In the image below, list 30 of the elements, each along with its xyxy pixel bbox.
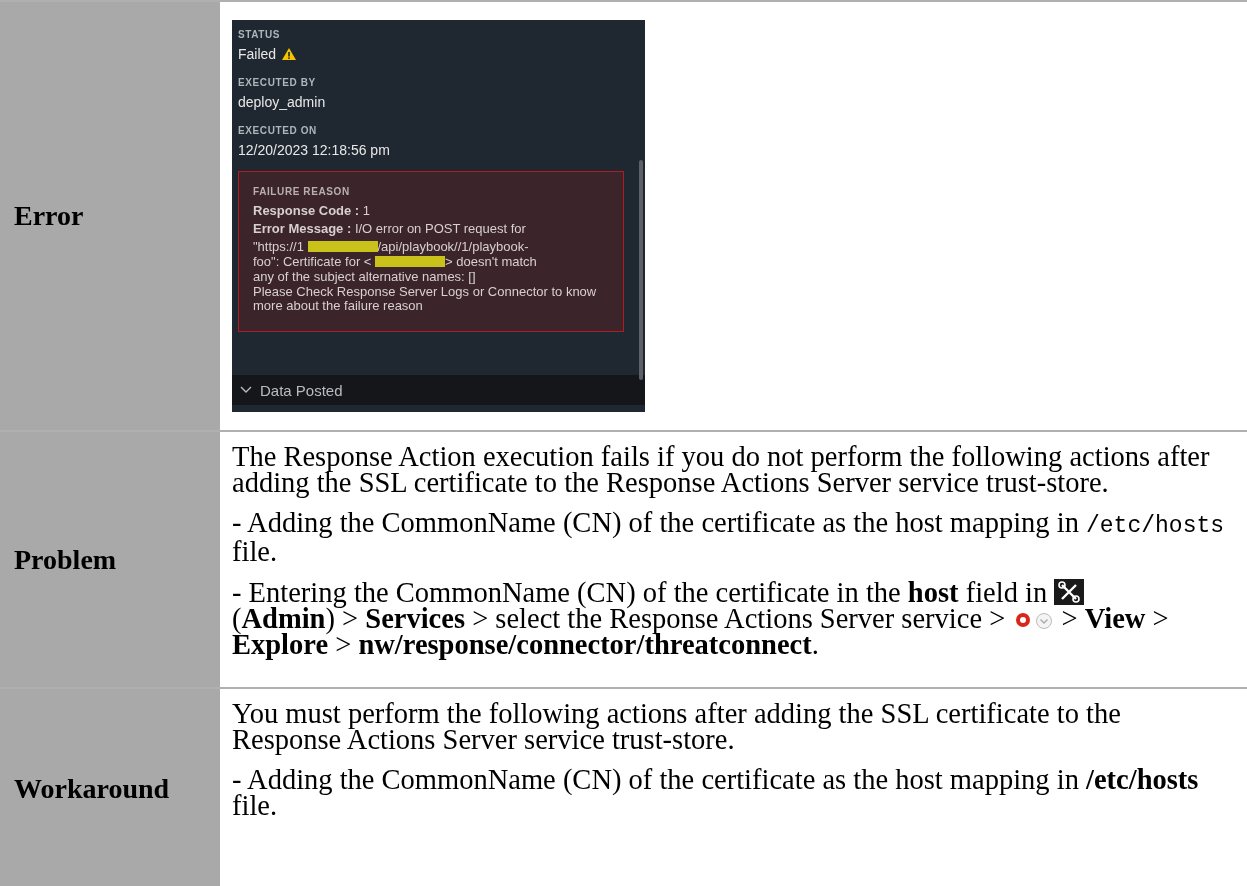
field-value: Failed (238, 46, 277, 62)
field-value: deploy_admin (238, 94, 326, 110)
paragraph-text: "https://1 (253, 239, 304, 254)
row-label: Error (14, 200, 84, 232)
redaction-mark (307, 241, 378, 252)
redaction-mark (375, 256, 446, 267)
paragraph-text: You must perform the following actions after adding the SSL certificate to the Response Actions Server service trust-store. (232, 698, 1121, 755)
field-label: STATUS (238, 29, 282, 40)
paragraph-text: file. (232, 536, 278, 567)
paragraph-text: any of the subject alternative names: [] (253, 269, 476, 284)
failure-title: FAILURE REASON (253, 186, 351, 197)
paragraph-text: - Adding the CommonName (CN) of the certificate as the host mapping in (232, 507, 1079, 538)
dropdown-icon (1034, 611, 1055, 631)
scrollbar[interactable] (639, 160, 643, 380)
paragraph-text: - Adding the CommonName (CN) of the certificate as the host mapping in /etc/hosts file. (232, 764, 1199, 821)
field-value: 12/20/2023 12:18:56 pm (238, 142, 390, 158)
field-label: EXECUTED BY (238, 77, 317, 88)
paragraph-text: > View > (1061, 603, 1169, 634)
field-label: EXECUTED ON (238, 125, 318, 136)
row-label: Workaround (14, 772, 170, 805)
paragraph-text: > doesn't match (445, 254, 537, 269)
row-label: Problem (14, 543, 117, 576)
section-header[interactable]: Data Posted (232, 375, 645, 405)
section-title: Data Posted (260, 381, 343, 399)
paragraph-text: Please Check Response Server Logs or Connector to know more about the failure reason (253, 284, 597, 313)
paragraph-text: Error Message : I/O error on POST request for (253, 221, 526, 236)
paragraph-text: Response Code : 1 (253, 203, 371, 218)
file-path: /etc/hosts (1086, 513, 1225, 539)
paragraph-text: The Response Action execution fails if you do not perform the following actions after adding the SSL certificate to the Response Actions Server service trust-store. (232, 441, 1210, 498)
paragraph-text: foo": Certificate for < (253, 254, 372, 269)
